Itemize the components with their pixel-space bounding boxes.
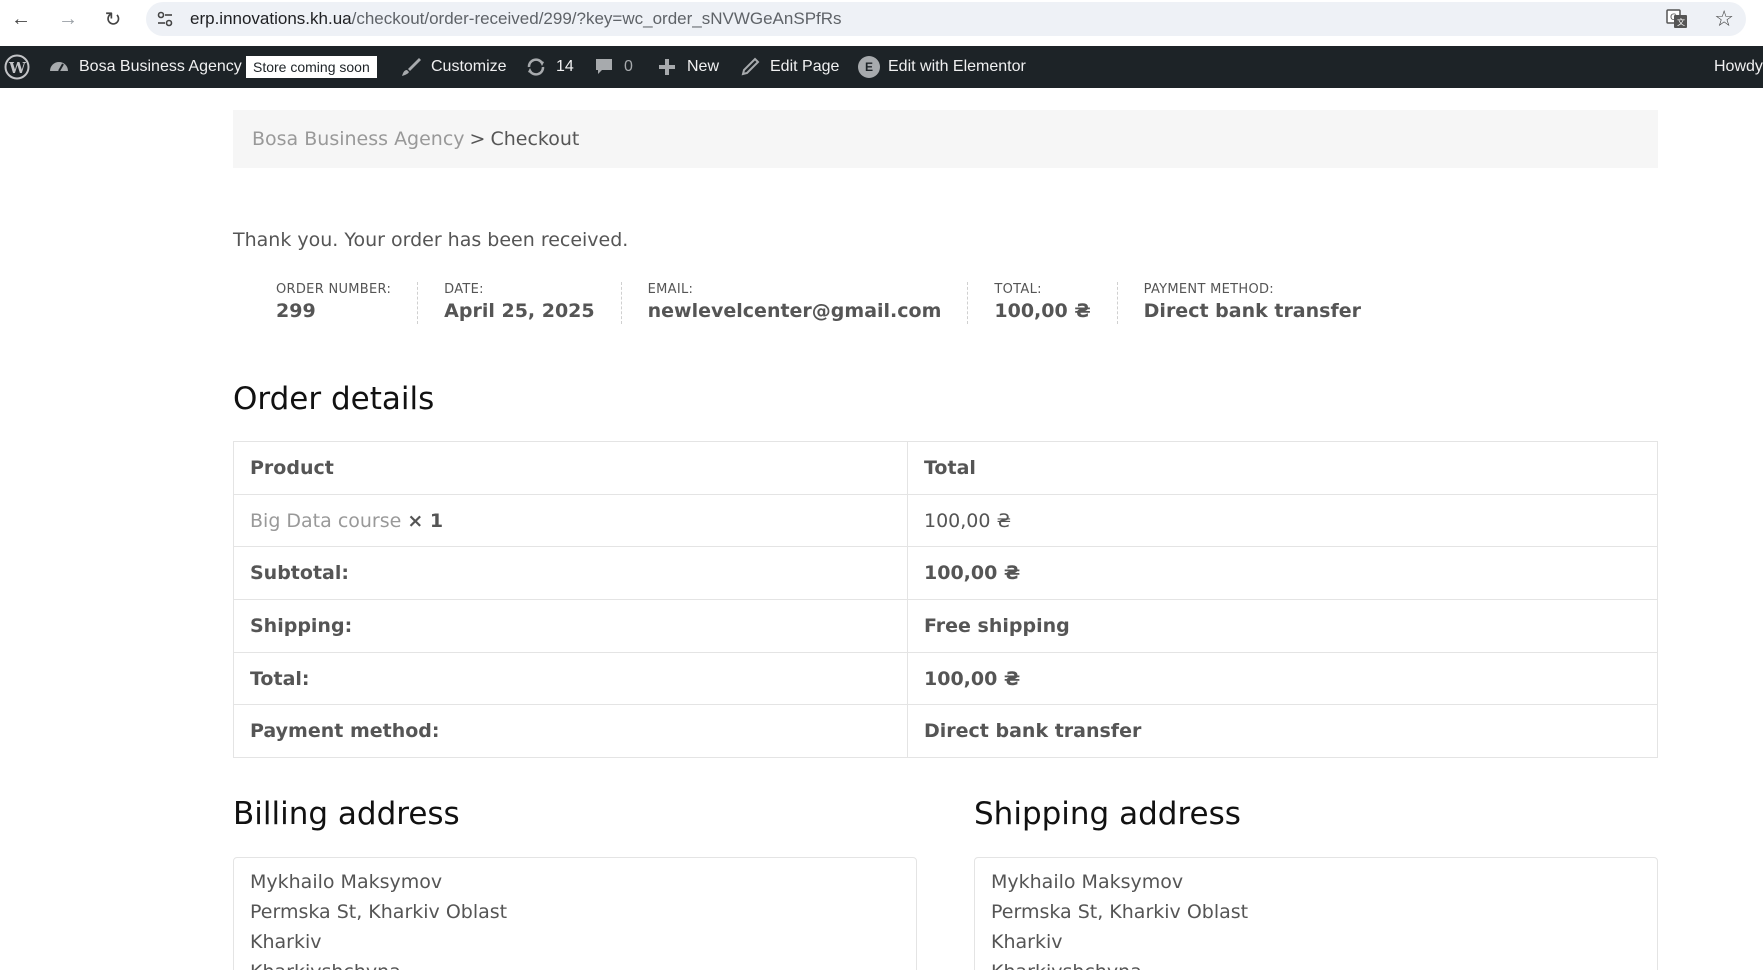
shipping-name: Mykhailo Maksymov bbox=[991, 871, 1184, 893]
payment-method-value: Direct bank transfer bbox=[907, 704, 1658, 759]
shipping-city: Kharkiv bbox=[991, 931, 1063, 953]
table-header-row: Product Total bbox=[233, 441, 1658, 495]
url-path: /checkout/order-received/299/?key=wc_ord… bbox=[351, 9, 842, 28]
admin-bar-customize[interactable]: Customize bbox=[400, 46, 507, 88]
pencil-icon bbox=[741, 57, 760, 76]
shipping-address-box: Mykhailo Maksymov Permska St, Kharkiv Ob… bbox=[974, 857, 1658, 970]
product-link[interactable]: Big Data course bbox=[250, 510, 401, 532]
subtotal-value: 100,00 ₴ bbox=[907, 546, 1658, 601]
overview-label: TOTAL: bbox=[994, 282, 1042, 297]
reload-icon[interactable]: ↻ bbox=[100, 6, 126, 32]
customize-label: Customize bbox=[431, 58, 507, 75]
back-arrow-icon[interactable]: ← bbox=[8, 6, 34, 32]
admin-bar-howdy[interactable]: Howdy bbox=[1714, 46, 1763, 88]
site-name-label: Bosa Business Agency bbox=[79, 58, 242, 75]
table-row: Total: 100,00 ₴ bbox=[233, 651, 1658, 706]
column-header-total: Total bbox=[907, 441, 1658, 495]
breadcrumb-home-link[interactable]: Bosa Business Agency bbox=[252, 128, 465, 150]
shipping-street: Permska St, Kharkiv Oblast bbox=[991, 901, 1249, 923]
table-row: Big Data course × 1 100,00 ₴ bbox=[233, 493, 1658, 548]
edit-page-label: Edit Page bbox=[770, 58, 840, 75]
paintbrush-icon bbox=[402, 58, 421, 76]
updates-icon bbox=[527, 58, 545, 76]
admin-bar-comments[interactable]: 0 bbox=[593, 46, 633, 88]
product-quantity: × 1 bbox=[407, 509, 444, 532]
site-info-icon[interactable] bbox=[156, 10, 174, 28]
shipping-address-heading: Shipping address bbox=[974, 796, 1241, 832]
wordpress-logo-icon[interactable]: W bbox=[4, 46, 30, 88]
overview-total: TOTAL: 100,00 ₴ bbox=[967, 282, 1116, 324]
billing-name: Mykhailo Maksymov bbox=[250, 871, 443, 893]
overview-value: Direct bank transfer bbox=[1143, 300, 1361, 322]
overview-value: 100,00 ₴ bbox=[994, 300, 1091, 322]
translate-icon[interactable]: G 文 bbox=[1666, 9, 1688, 29]
admin-bar-new[interactable]: New bbox=[656, 46, 719, 88]
overview-value: newlevelcenter@gmail.com bbox=[647, 300, 942, 322]
overview-date: DATE: April 25, 2025 bbox=[417, 282, 620, 324]
plus-icon bbox=[659, 59, 675, 75]
elementor-icon: E bbox=[858, 56, 880, 78]
comments-count: 0 bbox=[624, 58, 633, 75]
shipping-region: Kharkivshchyna bbox=[991, 957, 1641, 970]
updates-count: 14 bbox=[556, 58, 574, 75]
admin-bar-edit-elementor[interactable]: E Edit with Elementor bbox=[858, 46, 1026, 88]
order-details-heading: Order details bbox=[233, 381, 435, 417]
shipping-value: Free shipping bbox=[907, 599, 1658, 653]
overview-order-number: ORDER NUMBER: 299 bbox=[250, 282, 417, 324]
new-label: New bbox=[687, 58, 720, 75]
browser-toolbar: ← → ↻ erp.innovations.kh.ua/checkout/ord… bbox=[0, 0, 1763, 42]
billing-street: Permska St, Kharkiv Oblast bbox=[250, 901, 508, 923]
table-row: Subtotal: 100,00 ₴ bbox=[233, 546, 1658, 601]
table-row: Shipping: Free shipping bbox=[233, 599, 1658, 653]
product-cell: Big Data course × 1 bbox=[233, 493, 908, 548]
order-details-table: Product Total Big Data course × 1 100,00… bbox=[233, 441, 1658, 759]
overview-value: April 25, 2025 bbox=[444, 300, 595, 322]
billing-region: Kharkivshchyna bbox=[250, 957, 900, 970]
wp-admin-bar: W Bosa Business Agency Store coming soon… bbox=[0, 46, 1763, 88]
overview-payment-method: PAYMENT METHOD: Direct bank transfer bbox=[1116, 282, 1387, 324]
url-text[interactable]: erp.innovations.kh.ua/checkout/order-rec… bbox=[190, 9, 842, 29]
breadcrumb-separator: > bbox=[469, 128, 486, 150]
store-badge-label: Store coming soon bbox=[246, 56, 377, 78]
shipping-label: Shipping: bbox=[233, 599, 908, 653]
overview-label: PAYMENT METHOD: bbox=[1143, 282, 1274, 297]
admin-bar-site-name[interactable]: Bosa Business Agency bbox=[48, 46, 242, 88]
overview-value: 299 bbox=[276, 300, 316, 322]
edit-elementor-label: Edit with Elementor bbox=[888, 58, 1026, 75]
dashboard-icon bbox=[50, 62, 68, 72]
howdy-label: Howdy bbox=[1714, 58, 1763, 75]
payment-method-label: Payment method: bbox=[233, 704, 908, 759]
overview-email: EMAIL: newlevelcenter@gmail.com bbox=[620, 282, 968, 324]
admin-bar-updates[interactable]: 14 bbox=[525, 46, 574, 88]
overview-label: ORDER NUMBER: bbox=[276, 282, 392, 297]
table-row: Payment method: Direct bank transfer bbox=[233, 704, 1658, 759]
breadcrumb: Bosa Business Agency > Checkout bbox=[233, 110, 1658, 168]
address-bar[interactable]: erp.innovations.kh.ua/checkout/order-rec… bbox=[146, 2, 1746, 36]
total-value: 100,00 ₴ bbox=[907, 651, 1658, 706]
billing-city: Kharkiv bbox=[250, 931, 322, 953]
admin-bar-edit-page[interactable]: Edit Page bbox=[739, 46, 839, 88]
billing-address-box: Mykhailo Maksymov Permska St, Kharkiv Ob… bbox=[233, 857, 917, 970]
svg-text:文: 文 bbox=[1677, 17, 1685, 27]
comment-icon bbox=[596, 59, 612, 74]
billing-address-heading: Billing address bbox=[233, 796, 460, 832]
store-coming-soon-badge[interactable]: Store coming soon bbox=[246, 46, 377, 88]
column-header-product: Product bbox=[233, 441, 908, 495]
breadcrumb-current: Checkout bbox=[490, 128, 580, 150]
svg-text:W: W bbox=[8, 59, 27, 77]
overview-label: DATE: bbox=[444, 282, 484, 297]
total-label: Total: bbox=[233, 651, 908, 706]
subtotal-label: Subtotal: bbox=[233, 546, 908, 601]
forward-arrow-icon[interactable]: → bbox=[55, 6, 81, 32]
bookmark-star-icon[interactable]: ☆ bbox=[1714, 6, 1734, 32]
order-received-notice: Thank you. Your order has been received. bbox=[233, 229, 629, 251]
order-overview: ORDER NUMBER: 299 DATE: April 25, 2025 E… bbox=[250, 282, 1387, 324]
overview-label: EMAIL: bbox=[647, 282, 694, 297]
product-total: 100,00 ₴ bbox=[907, 493, 1658, 548]
url-host: erp.innovations.kh.ua bbox=[190, 9, 352, 28]
